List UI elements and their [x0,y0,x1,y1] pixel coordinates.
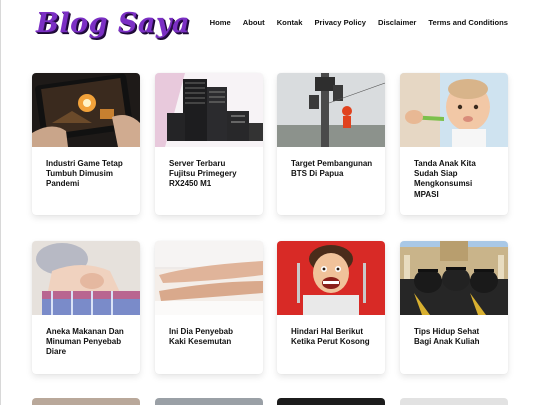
post-title[interactable]: Ini Dia Penyebab Kaki Kesemutan [155,315,263,347]
post-title[interactable]: Aneka Makanan Dan Minuman Penyebab Diare [32,315,140,358]
site-logo[interactable]: Blog Saya [36,5,190,43]
post-thumbnail-game[interactable] [32,73,140,147]
nav-item-terms[interactable]: Terms and Conditions [428,18,508,27]
post-thumbnail-graduation[interactable] [400,241,508,315]
post-title[interactable]: Industri Game Tetap Tumbuh Dimusim Pande… [32,147,140,190]
post-title[interactable]: Server Terbaru Fujitsu Primegery RX2450 … [155,147,263,190]
post-card[interactable]: Hindari Hal Berikut Ketika Perut Kosong [277,241,385,374]
post-title[interactable]: Hindari Hal Berikut Ketika Perut Kosong [277,315,385,347]
site-header: Blog Saya Home About Kontak Privacy Poli… [0,0,540,52]
page-left-border [0,0,1,405]
post-title[interactable]: Tanda Anak Kita Sudah Siap Mengkonsumsi … [400,147,508,200]
post-card[interactable]: Tips Hidup Sehat Bagi Anak Kuliah [400,241,508,374]
post-card[interactable]: Server Terbaru Fujitsu Primegery RX2450 … [155,73,263,215]
nav-item-home[interactable]: Home [210,18,231,27]
nav-item-kontak[interactable]: Kontak [277,18,303,27]
post-title[interactable]: Target Pembangunan BTS Di Papua [277,147,385,179]
post-thumbnail-partial[interactable] [400,398,508,405]
post-thumbnail-hungry-boy[interactable] [277,241,385,315]
post-card[interactable]: Target Pembangunan BTS Di Papua [277,73,385,215]
nav-item-disclaimer[interactable]: Disclaimer [378,18,416,27]
post-title[interactable]: Tips Hidup Sehat Bagi Anak Kuliah [400,315,508,347]
post-thumbnail-partial[interactable] [32,398,140,405]
post-thumbnail-diarrhea[interactable] [32,241,140,315]
post-card[interactable]: Aneka Makanan Dan Minuman Penyebab Diare [32,241,140,374]
main-nav: Home About Kontak Privacy Policy Disclai… [198,18,508,27]
post-card[interactable]: Tanda Anak Kita Sudah Siap Mengkonsumsi … [400,73,508,215]
post-thumbnail-baby[interactable] [400,73,508,147]
post-thumbnail-feet[interactable] [155,241,263,315]
post-thumbnail-partial[interactable] [277,398,385,405]
post-thumbnail-server[interactable] [155,73,263,147]
post-card[interactable]: Ini Dia Penyebab Kaki Kesemutan [155,241,263,374]
nav-item-about[interactable]: About [243,18,265,27]
post-thumbnail-bts[interactable] [277,73,385,147]
post-card[interactable]: Industri Game Tetap Tumbuh Dimusim Pande… [32,73,140,215]
post-thumbnail-partial[interactable] [155,398,263,405]
nav-item-privacy-policy[interactable]: Privacy Policy [314,18,366,27]
